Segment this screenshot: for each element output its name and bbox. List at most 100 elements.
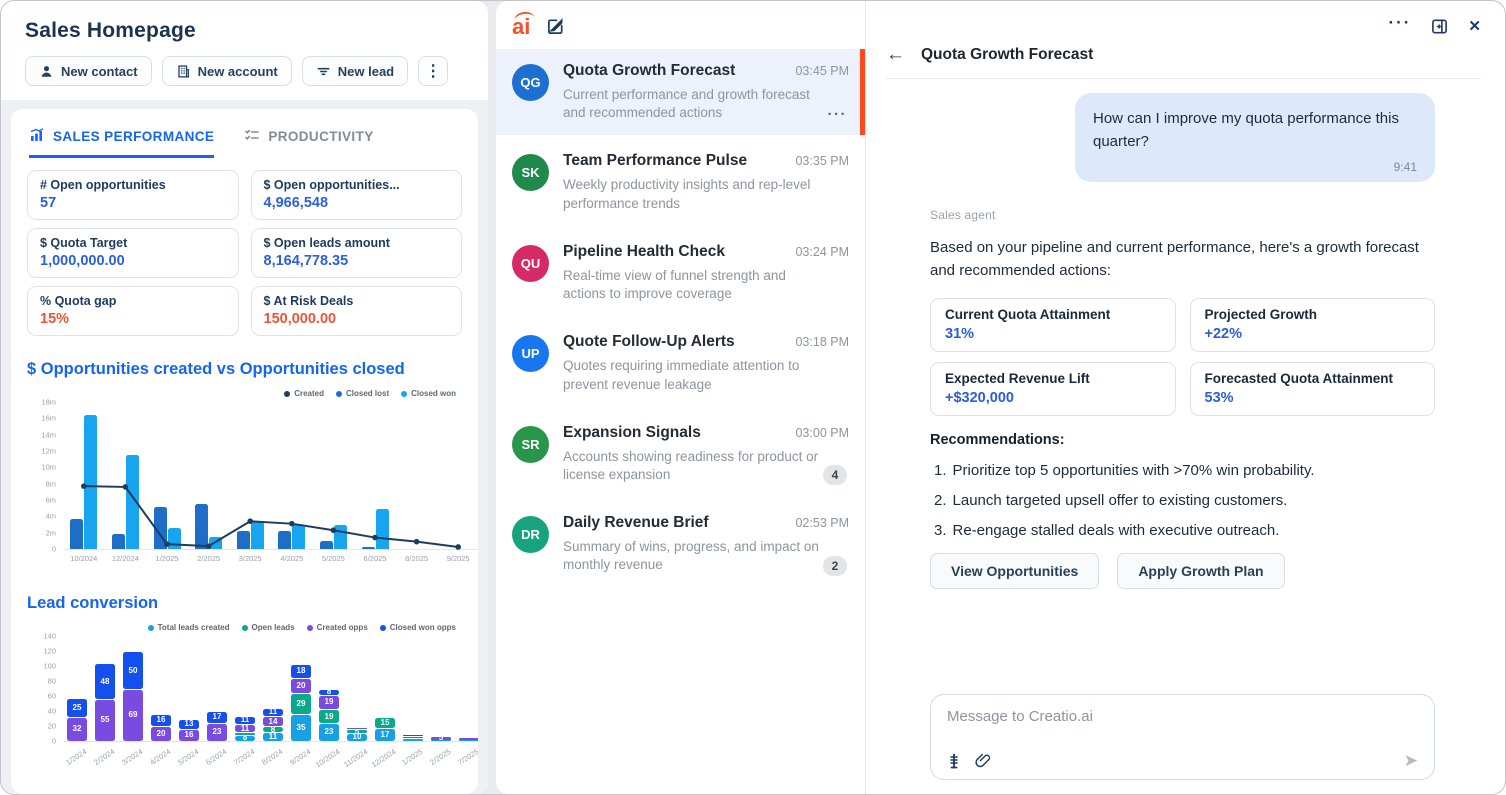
y-tick-label: 0 [52, 737, 56, 746]
new-chat-icon[interactable] [546, 17, 565, 39]
recommendation-number: 1. [934, 462, 947, 479]
segment-value-label: 48 [95, 678, 115, 686]
new-contact-label: New contact [61, 64, 138, 79]
conversation-title: Pipeline Health Check [563, 243, 725, 261]
segment-value-label: 19 [319, 713, 339, 721]
segment-value-label: 8 [263, 726, 283, 734]
stacked-bar-segment: 29 [291, 694, 311, 715]
stacked-bar-segment: 11 [263, 733, 283, 740]
conversation-title: Team Performance Pulse [563, 152, 747, 170]
y-tick-label: 18m [41, 398, 56, 407]
stacked-bar-segment: 20 [291, 679, 311, 693]
segment-value-label: 23 [319, 728, 339, 736]
more-actions-button[interactable]: ⋮ [418, 56, 448, 86]
x-tick-label: 12/2024 [112, 554, 139, 563]
chart2-title: Lead conversion [27, 594, 462, 613]
metric-label: $ Open opportunities... [264, 178, 450, 192]
segment-value-label: 25 [67, 704, 87, 712]
close-icon[interactable]: ✕ [1468, 17, 1481, 35]
logo-swoosh-icon [514, 11, 535, 21]
y-tick-label: 0 [52, 545, 56, 554]
conversation-time: 03:00 PM [795, 426, 849, 440]
avatar: DR [512, 516, 549, 553]
segment-value-label: 15 [375, 719, 395, 727]
conversation-description: Weekly productivity insights and rep-lev… [563, 176, 849, 212]
opportunities-chart: CreatedClosed lostClosed won 02m4m6m8m10… [27, 389, 462, 566]
stacked-bar-segment: 14 [263, 717, 283, 727]
segment-value-label: 20 [291, 682, 311, 690]
send-icon[interactable]: ➤ [1404, 752, 1418, 769]
segment-value-label: 11 [235, 725, 255, 733]
stat-projected-growth: Projected Growth +22% [1190, 298, 1436, 352]
user-message-time: 9:41 [1093, 160, 1417, 174]
chat-topbar: ··· ✕ [866, 1, 1505, 39]
chart2-legend: Total leads createdOpen leadsCreated opp… [27, 623, 456, 632]
stacked-bar-segment: 19 [319, 710, 339, 723]
stacked-bar-segment: 50 [123, 652, 143, 689]
y-tick-label: 14m [41, 430, 56, 439]
conversation-description: Quotes requiring immediate attention to … [563, 357, 849, 393]
x-tick-label: 2/2024 [92, 747, 116, 767]
list-item-expansion-signals[interactable]: SR Expansion Signals 03:00 PM Accounts s… [496, 411, 865, 497]
y-tick-label: 2m [46, 528, 56, 537]
tab-productivity[interactable]: PRODUCTIVITY [244, 127, 373, 158]
tab-sales-performance[interactable]: SALES PERFORMANCE [29, 127, 214, 158]
recommendation-item: 2.Launch targeted upsell offer to existi… [934, 492, 1435, 509]
list-item-quota-growth-forecast[interactable]: QG Quota Growth Forecast 03:45 PM Curren… [496, 49, 865, 135]
list-top: ai [496, 15, 865, 49]
back-arrow-icon[interactable]: ← [886, 45, 905, 64]
list-item-daily-revenue-brief[interactable]: DR Daily Revenue Brief 02:53 PM Summary … [496, 501, 865, 587]
segment-value-label: 16 [151, 716, 171, 724]
legend-dot-icon [401, 391, 407, 397]
view-opportunities-button[interactable]: View Opportunities [930, 553, 1099, 589]
page-title: Sales Homepage [25, 19, 464, 43]
legend-item: Closed won [401, 389, 456, 398]
stacked-bar-segment: 20 [151, 727, 171, 741]
list-item-quote-follow-up-alerts[interactable]: UP Quote Follow-Up Alerts 03:18 PM Quote… [496, 320, 865, 406]
x-tick-label: 9/2025 [447, 554, 470, 563]
metric-value: 4,966,548 [264, 195, 450, 211]
recommendation-text: Launch targeted upsell offer to existing… [953, 492, 1288, 509]
stacked-bar-segment: 23 [319, 724, 339, 740]
stat-label: Current Quota Attainment [945, 307, 1161, 322]
chat-options-icon[interactable]: ··· [1388, 13, 1411, 33]
x-tick-label: 10/2024 [70, 554, 97, 563]
stacked-bar-segment: 16 [151, 715, 171, 726]
conversation-title: Quota Growth Forecast [563, 62, 735, 80]
new-contact-button[interactable]: New contact [25, 56, 152, 86]
checklist-icon [244, 127, 260, 146]
new-lead-button[interactable]: New lead [302, 56, 408, 86]
unread-badge: 2 [823, 556, 847, 576]
chart1-legend: CreatedClosed lostClosed won [27, 389, 456, 398]
x-tick-label: 12/2024 [370, 747, 398, 769]
stacked-bar-segment [235, 733, 255, 735]
metric-label: $ At Risk Deals [264, 294, 450, 308]
new-account-button[interactable]: New account [162, 56, 292, 86]
voice-input-icon[interactable] [947, 753, 961, 769]
item-more-icon[interactable]: ··· [828, 106, 848, 123]
x-tick-label: 2/2025 [428, 747, 452, 767]
legend-dot-icon [380, 625, 386, 631]
list-item-team-performance-pulse[interactable]: SK Team Performance Pulse 03:35 PM Weekl… [496, 139, 865, 225]
message-input[interactable]: Message to Creatio.ai ➤ [930, 694, 1435, 780]
recommendation-number: 3. [934, 522, 947, 539]
expand-panel-icon[interactable] [1431, 18, 1448, 35]
y-tick-label: 10m [41, 463, 56, 472]
stacked-bar-segment: 13 [179, 720, 199, 729]
x-tick-label: 8/2024 [260, 747, 284, 767]
x-tick-label: 3/2024 [120, 747, 144, 767]
chart2-xlabels: 1/20242/20243/20244/20245/20246/20247/20… [63, 742, 462, 758]
attachment-icon[interactable] [975, 752, 991, 769]
avatar: QG [512, 64, 549, 101]
apply-growth-plan-button[interactable]: Apply Growth Plan [1117, 553, 1284, 589]
stacked-bar-segment: 5 [347, 730, 367, 733]
recommendation-text: Re-engage stalled deals with executive o… [953, 522, 1280, 539]
segment-value-label: 19 [319, 698, 339, 706]
y-tick-label: 80 [48, 677, 56, 686]
conversation-description: Accounts showing readiness for product o… [563, 448, 849, 484]
segment-value-label: 29 [291, 700, 311, 708]
list-item-pipeline-health-check[interactable]: QU Pipeline Health Check 03:24 PM Real-t… [496, 230, 865, 316]
recommendation-item: 1.Prioritize top 5 opportunities with >7… [934, 462, 1435, 479]
metric-at-risk-deals: $ At Risk Deals 150,000.00 [251, 286, 463, 336]
x-tick-label: 3/2025 [239, 554, 262, 563]
